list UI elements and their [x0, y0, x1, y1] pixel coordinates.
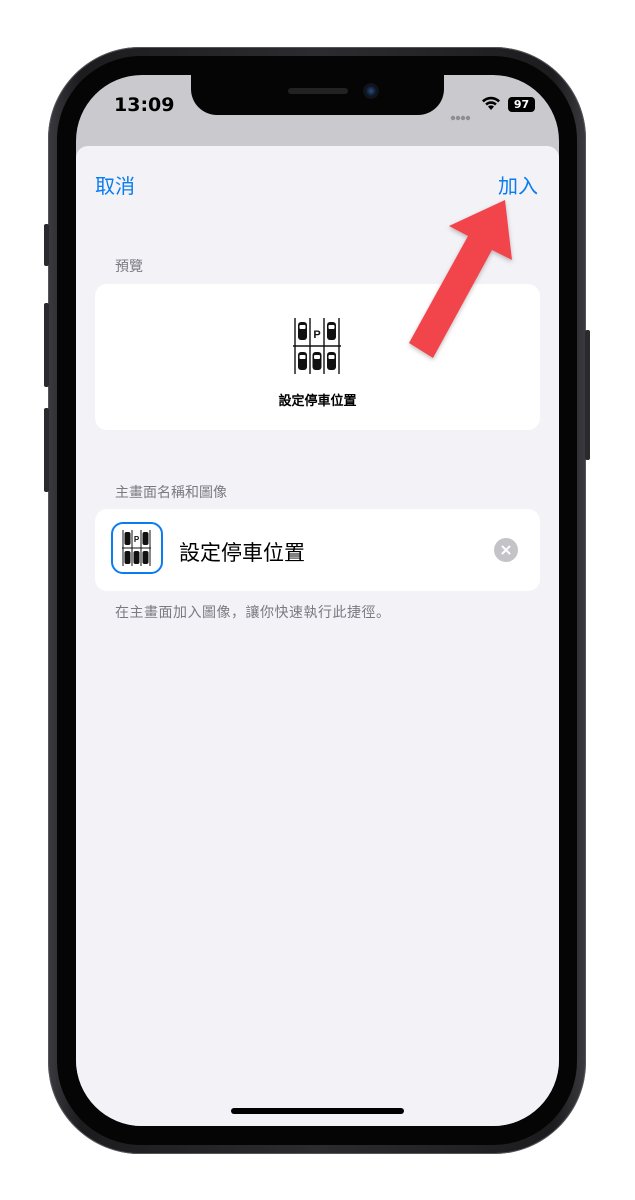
volume-up-button [44, 303, 49, 387]
front-camera [363, 83, 379, 99]
home-screen-footnote: 在主畫面加入圖像，讓你快速執行此捷徑。 [115, 605, 391, 621]
mute-switch [44, 224, 49, 266]
earpiece-speaker [288, 88, 348, 94]
close-icon [501, 545, 511, 555]
parking-icon: P [122, 530, 151, 566]
wifi-icon [480, 95, 502, 115]
volume-down-button [44, 408, 49, 492]
parking-p-glyph: P [313, 329, 320, 341]
parking-icon: P [279, 312, 355, 384]
signal-icon [450, 106, 472, 125]
shortcut-name-field[interactable]: 設定停車位置 [179, 537, 305, 567]
home-screen-section-label: 主畫面名稱和圖像 [115, 485, 227, 501]
preview-section-label: 預覽 [115, 259, 143, 275]
home-icon-picker[interactable]: P [111, 522, 163, 574]
status-time: 13:09 [114, 94, 175, 116]
home-indicator[interactable] [231, 1108, 404, 1114]
notch [191, 75, 444, 115]
clear-text-button[interactable] [494, 538, 518, 562]
power-button [585, 330, 590, 460]
cancel-button[interactable]: 取消 [95, 170, 135, 199]
battery-indicator: 97 [508, 97, 535, 112]
parking-p-glyph: P [134, 535, 140, 544]
preview-shortcut-name: 設定停車位置 [278, 394, 357, 409]
name-and-icon-card: P 設定停車位置 [95, 509, 540, 591]
annotation-arrow-icon [409, 200, 512, 358]
